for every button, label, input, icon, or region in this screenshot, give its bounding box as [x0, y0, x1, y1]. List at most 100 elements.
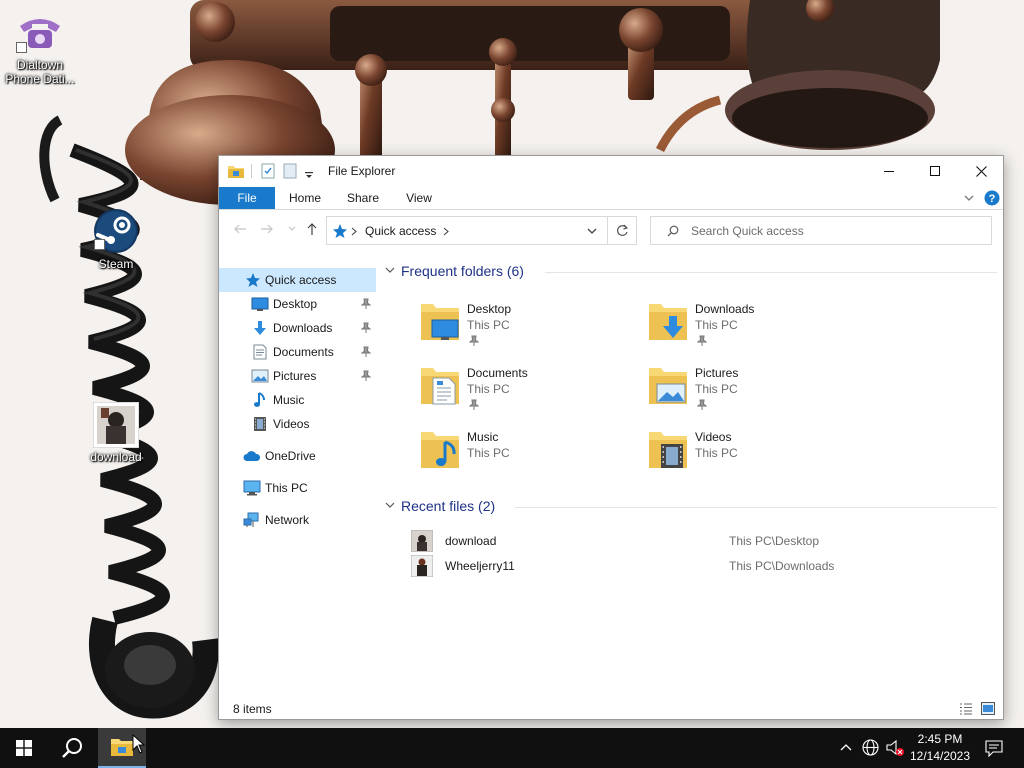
search-input[interactable]: Search Quick access: [650, 216, 992, 245]
frequent-folders-title: Frequent folders (6): [401, 263, 524, 279]
nav-item-documents[interactable]: Documents: [219, 340, 376, 364]
back-arrow-icon[interactable]: [233, 222, 247, 236]
pictures-icon: [251, 369, 269, 383]
desktop-icon-dialtown[interactable]: Dialtown Phone Dati...: [0, 14, 80, 86]
folder-tile-pictures[interactable]: Pictures This PC: [647, 366, 867, 422]
folder-name: Documents: [467, 366, 528, 380]
tab-view[interactable]: View: [393, 187, 445, 209]
clock-date: 12/14/2023: [909, 749, 971, 763]
up-arrow-icon[interactable]: [305, 222, 319, 236]
start-button[interactable]: [0, 728, 48, 768]
expand-ribbon-chevron-icon[interactable]: [964, 194, 974, 202]
section-divider: [545, 272, 997, 273]
recent-file-row[interactable]: Wheeljerry11 This PC\Downloads: [411, 555, 991, 577]
folder-name: Downloads: [695, 302, 755, 316]
film-icon: [254, 417, 266, 431]
tab-home[interactable]: Home: [279, 187, 331, 209]
pin-icon[interactable]: [697, 335, 707, 347]
frequent-folders-header[interactable]: Frequent folders (6): [385, 263, 997, 281]
desktop-icon-download[interactable]: download: [76, 402, 156, 464]
folder-app-icon: [228, 166, 244, 178]
recent-locations-chevron-icon[interactable]: [288, 226, 296, 232]
search-button[interactable]: [48, 728, 96, 768]
nav-item-network[interactable]: Network: [219, 508, 376, 532]
folder-tile-desktop[interactable]: Desktop This PC: [419, 302, 639, 358]
show-hidden-icons-chevron-icon[interactable]: [840, 743, 852, 751]
properties-icon[interactable]: [261, 163, 275, 179]
new-folder-icon[interactable]: [283, 163, 297, 179]
status-bar: 8 items: [219, 698, 1003, 720]
network-globe-icon[interactable]: [862, 739, 879, 756]
folder-tile-documents[interactable]: Documents This PC: [419, 366, 639, 422]
nav-item-music[interactable]: Music: [219, 388, 376, 412]
folder-location: This PC: [695, 318, 738, 332]
nav-item-this-pc[interactable]: This PC: [219, 476, 376, 500]
folder-location: This PC: [695, 382, 738, 396]
address-segment-quick-access[interactable]: Quick access: [365, 224, 436, 238]
navigation-pane: Quick access Desktop Downloads Documents…: [219, 268, 376, 698]
nav-label: Music: [273, 393, 305, 407]
title-bar[interactable]: File Explorer: [219, 156, 1003, 187]
recent-file-row[interactable]: download This PC\Desktop: [411, 530, 991, 552]
large-icons-view-icon[interactable]: [981, 702, 995, 715]
folder-name: Videos: [695, 430, 732, 444]
windows-logo-icon: [16, 740, 32, 756]
folder-tile-videos[interactable]: Videos This PC: [647, 430, 867, 486]
action-center-button[interactable]: [980, 728, 1008, 768]
pin-icon[interactable]: [697, 399, 707, 411]
search-icon: [667, 225, 679, 237]
clock-time: 2:45 PM: [917, 732, 963, 746]
nav-item-downloads[interactable]: Downloads: [219, 316, 376, 340]
quick-access-star-icon: [333, 224, 347, 238]
nav-item-desktop[interactable]: Desktop: [219, 292, 376, 316]
file-explorer-window[interactable]: File Explorer File Home Share View ? Qui…: [218, 155, 1004, 720]
nav-item-pictures[interactable]: Pictures: [219, 364, 376, 388]
content-pane: Frequent folders (6) Desktop This PC Dow…: [379, 256, 999, 696]
shortcut-arrow-icon: [94, 239, 105, 250]
window-title: File Explorer: [328, 164, 396, 178]
help-icon[interactable]: ?: [984, 190, 1000, 206]
desktop-icon-label: Steam: [98, 257, 134, 271]
taskbar: 2:45 PM 12/14/2023: [0, 728, 1024, 768]
maximize-button[interactable]: [912, 156, 958, 186]
chevron-right-icon[interactable]: [443, 227, 449, 236]
taskbar-clock[interactable]: 2:45 PM 12/14/2023: [906, 731, 974, 765]
nav-item-quick-access[interactable]: Quick access: [219, 268, 376, 292]
nav-item-videos[interactable]: Videos: [219, 412, 376, 436]
desktop-icon-label: download: [90, 450, 142, 464]
pin-icon[interactable]: [469, 335, 479, 347]
mouse-cursor-icon: [132, 734, 146, 754]
item-count: 8 items: [233, 702, 272, 716]
tab-file[interactable]: File: [219, 187, 275, 209]
shortcut-arrow-icon: [16, 42, 27, 53]
address-history-chevron-icon[interactable]: [587, 228, 597, 235]
pin-icon[interactable]: [469, 399, 479, 411]
address-bar[interactable]: Quick access: [326, 216, 608, 245]
pin-icon[interactable]: [361, 370, 371, 382]
minimize-button[interactable]: [866, 156, 912, 186]
refresh-button[interactable]: [608, 216, 637, 245]
search-icon: [62, 738, 82, 758]
pin-icon[interactable]: [361, 346, 371, 358]
nav-label: This PC: [265, 481, 308, 495]
address-row: Quick access Search Quick access: [219, 211, 1003, 249]
cloud-icon: [243, 451, 261, 461]
tab-share[interactable]: Share: [337, 187, 389, 209]
desktop-icon-steam[interactable]: Steam: [76, 207, 156, 271]
pin-icon[interactable]: [361, 322, 371, 334]
pin-icon[interactable]: [361, 298, 371, 310]
network-icon: [243, 512, 259, 527]
customize-qat-chevron-icon[interactable]: [305, 168, 313, 184]
volume-muted-icon[interactable]: [885, 739, 905, 757]
details-view-icon[interactable]: [959, 703, 973, 715]
recent-files-header[interactable]: Recent files (2): [385, 498, 997, 516]
nav-label: Network: [265, 513, 310, 527]
nav-label: Downloads: [273, 321, 333, 335]
forward-arrow-icon[interactable]: [260, 222, 274, 236]
image-thumbnail-icon: [411, 530, 433, 552]
nav-item-onedrive[interactable]: OneDrive: [219, 444, 376, 468]
nav-label: Desktop: [273, 297, 318, 311]
folder-tile-music[interactable]: Music This PC: [419, 430, 639, 486]
close-button[interactable]: [958, 156, 1004, 186]
folder-tile-downloads[interactable]: Downloads This PC: [647, 302, 867, 358]
